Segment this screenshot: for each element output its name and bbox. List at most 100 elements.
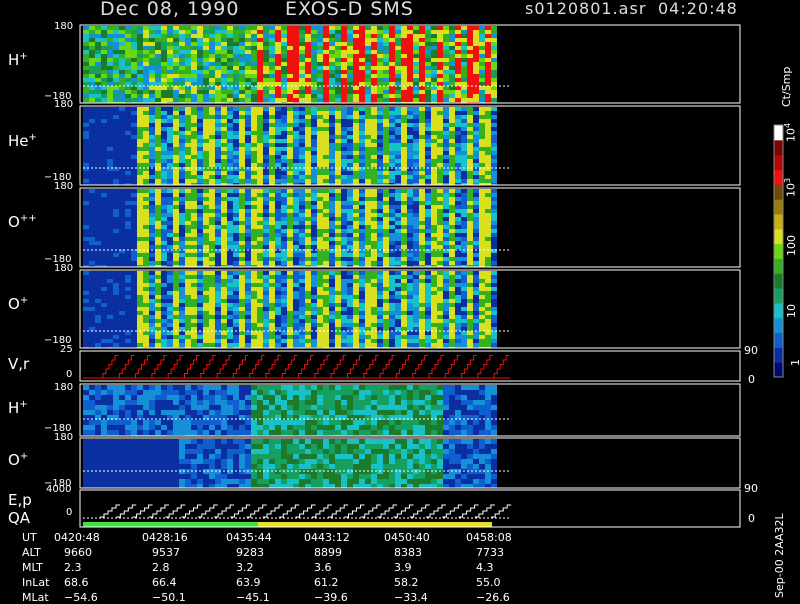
- heatmap-cell: [293, 315, 299, 319]
- heatmap-cell: [155, 311, 161, 315]
- heatmap-cell: [191, 295, 197, 299]
- heatmap-cell: [257, 261, 263, 265]
- heatmap-cell: [203, 78, 209, 82]
- heatmap-cell: [419, 135, 425, 139]
- heatmap-cell: [167, 241, 173, 245]
- heatmap-cell: [197, 90, 203, 94]
- heatmap-cell: [317, 42, 323, 46]
- heatmap-cell: [287, 50, 293, 54]
- heatmap-cell: [413, 26, 419, 30]
- heatmap-cell: [269, 82, 275, 86]
- heatmap-cell: [323, 209, 329, 213]
- heatmap-cell: [419, 233, 425, 237]
- heatmap-cell: [275, 193, 281, 197]
- heatmap-cell: [149, 74, 155, 78]
- heatmap-cell: [275, 94, 281, 98]
- heatmap-cell: [143, 90, 149, 94]
- heatmap-cell: [449, 229, 455, 233]
- heatmap-cell: [83, 42, 89, 46]
- heatmap-cell: [245, 115, 251, 119]
- heatmap-cell: [317, 107, 323, 111]
- heatmap-cell: [311, 38, 317, 42]
- heatmap-cell: [407, 78, 413, 82]
- heatmap-cell: [437, 139, 443, 143]
- heatmap-cell: [113, 201, 119, 205]
- heatmap-cell: [161, 229, 167, 233]
- heatmap-cell: [131, 225, 137, 229]
- heatmap-cell: [437, 38, 443, 42]
- heatmap-cell: [299, 189, 305, 193]
- heatmap-cell: [89, 42, 95, 46]
- heatmap-cell: [377, 86, 383, 90]
- heatmap-cell: [281, 38, 287, 42]
- heatmap-cell: [173, 283, 179, 287]
- heatmap-cell: [209, 339, 215, 343]
- heatmap-cell: [425, 209, 431, 213]
- heatmap-cell: [455, 237, 461, 241]
- heatmap-cell: [161, 151, 167, 155]
- heatmap-cell: [455, 42, 461, 46]
- heatmap-cell: [479, 257, 485, 261]
- heatmap-cell: [461, 34, 467, 38]
- heatmap-cell: [407, 139, 413, 143]
- heatmap-cell: [299, 175, 305, 179]
- heatmap-cell: [431, 26, 437, 30]
- heatmap-cell: [179, 299, 185, 303]
- heatmap-cell: [119, 111, 125, 115]
- heatmap-cell: [449, 107, 455, 111]
- heatmap-cell: [377, 163, 383, 167]
- heatmap-cell: [143, 78, 149, 82]
- heatmap-cell: [275, 319, 281, 323]
- heatmap-cell: [257, 217, 263, 221]
- heatmap-cell: [203, 155, 209, 159]
- heatmap-cell: [299, 327, 305, 331]
- heatmap-cell: [323, 299, 329, 303]
- heatmap-cell: [341, 233, 347, 237]
- heatmap-cell: [191, 98, 197, 102]
- heatmap-cell: [419, 38, 425, 42]
- heatmap-cell: [431, 115, 437, 119]
- heatmap-cell: [83, 279, 89, 283]
- heatmap-cell: [149, 139, 155, 143]
- heatmap-cell: [425, 119, 431, 123]
- heatmap-cell: [161, 339, 167, 343]
- heatmap-cell: [227, 70, 233, 74]
- heatmap-cell: [395, 74, 401, 78]
- heatmap-cell: [329, 189, 335, 193]
- heatmap-cell: [311, 261, 317, 265]
- heatmap-cell: [131, 34, 137, 38]
- heatmap-cell: [293, 233, 299, 237]
- heatmap-cell: [95, 311, 101, 315]
- heatmap-cell: [365, 50, 371, 54]
- heatmap-cell: [299, 131, 305, 135]
- heatmap-cell: [239, 135, 245, 139]
- heatmap-cell: [215, 90, 221, 94]
- heatmap-cell: [335, 233, 341, 237]
- heatmap-cell: [263, 283, 269, 287]
- heatmap-cell: [389, 179, 395, 183]
- heatmap-cell: [83, 86, 89, 90]
- heatmap-cell: [89, 86, 95, 90]
- heatmap-cell: [149, 291, 155, 295]
- heatmap-cell: [293, 327, 299, 331]
- heatmap-cell: [275, 159, 281, 163]
- heatmap-cell: [341, 197, 347, 201]
- heatmap-cell: [221, 34, 227, 38]
- heatmap-cell: [413, 107, 419, 111]
- heatmap-cell: [239, 139, 245, 143]
- heatmap-cell: [125, 335, 131, 339]
- heatmap-cell: [221, 303, 227, 307]
- heatmap-cell: [95, 107, 101, 111]
- heatmap-cell: [227, 205, 233, 209]
- heatmap-cell: [143, 287, 149, 291]
- heatmap-cell: [209, 283, 215, 287]
- heatmap-cell: [479, 46, 485, 50]
- heatmap-cell: [491, 225, 497, 229]
- heatmap-cell: [227, 135, 233, 139]
- heatmap-cell: [359, 257, 365, 261]
- heatmap-cell: [95, 327, 101, 331]
- heatmap-cell: [407, 205, 413, 209]
- heatmap-cell: [317, 261, 323, 265]
- heatmap-cell: [83, 74, 89, 78]
- heatmap-cell: [215, 38, 221, 42]
